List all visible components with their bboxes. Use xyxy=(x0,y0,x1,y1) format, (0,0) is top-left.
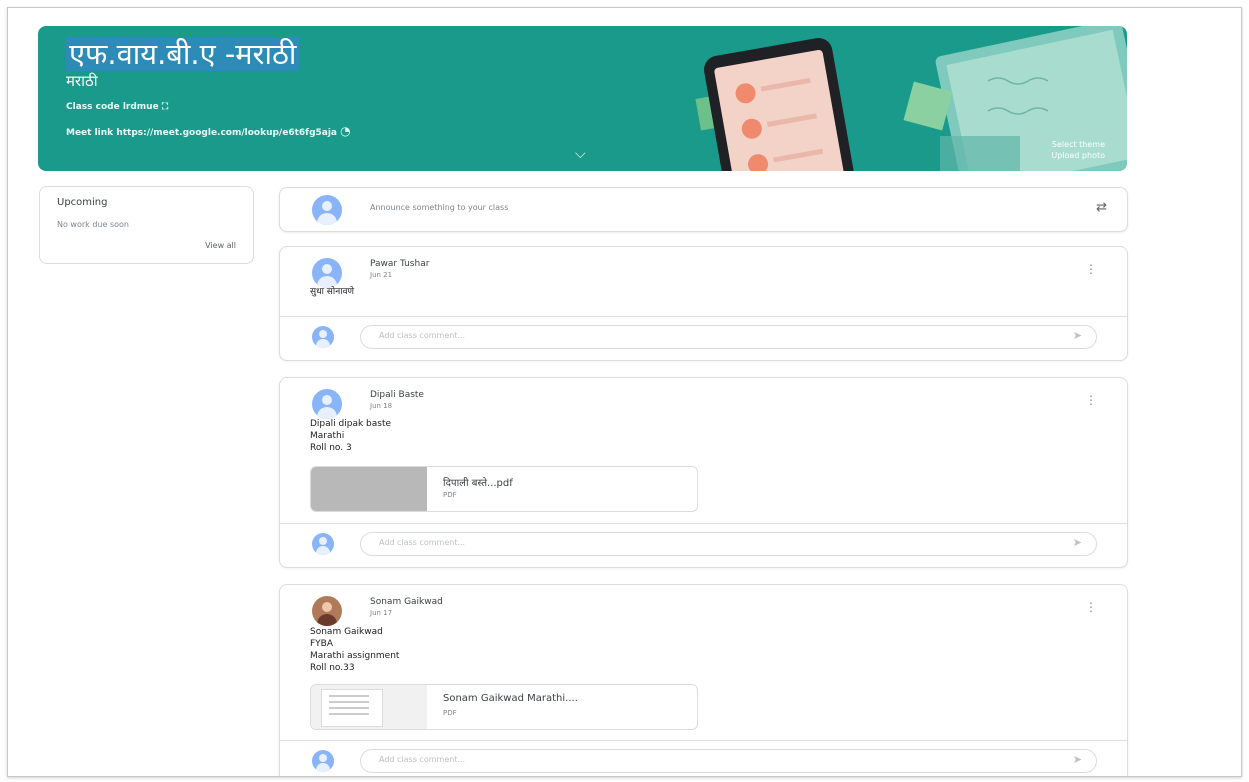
commenter-avatar xyxy=(312,533,334,555)
send-icon[interactable]: ➤ xyxy=(1073,536,1082,549)
meet-link-url[interactable]: https://meet.google.com/lookup/e6t6fg5aj… xyxy=(116,128,337,138)
visibility-icon[interactable]: ◔ xyxy=(340,124,350,138)
class-code-value: lrdmue xyxy=(122,102,159,112)
upcoming-card: Upcoming No work due soon View all xyxy=(39,186,254,264)
meet-link: Meet link https://meet.google.com/lookup… xyxy=(66,124,351,138)
avatar xyxy=(312,195,342,225)
post-body-line: Sonam Gaikwad xyxy=(310,627,383,637)
more-options-icon[interactable]: ⋮ xyxy=(1085,393,1097,407)
attachment-thumbnail xyxy=(311,685,427,729)
post-body: Dipali dipak baste Marathi Roll no. 3 xyxy=(310,418,391,454)
class-code-label: Class code xyxy=(66,102,120,112)
post-date: Jun 18 xyxy=(370,402,393,410)
attachment-thumbnail xyxy=(311,467,427,511)
view-all-link[interactable]: View all xyxy=(205,241,236,250)
divider xyxy=(280,523,1127,524)
post-author: Dipali Baste xyxy=(370,390,424,400)
comment-placeholder: Add class comment... xyxy=(379,331,466,340)
fullscreen-icon[interactable]: ⛶ xyxy=(162,102,168,112)
upcoming-empty-text: No work due soon xyxy=(57,220,129,229)
comment-input[interactable]: Add class comment... ➤ xyxy=(360,325,1097,349)
theme-options: Select theme Upload photo xyxy=(1051,139,1105,161)
comment-placeholder: Add class comment... xyxy=(379,755,466,764)
comment-input[interactable]: Add class comment... ➤ xyxy=(360,532,1097,556)
attachment-name: Sonam Gaikwad Marathi.... xyxy=(443,693,578,704)
post-author: Pawar Tushar xyxy=(370,259,430,269)
attachment-name: दिपाली बस्ते...pdf xyxy=(443,478,513,489)
upload-photo-link[interactable]: Upload photo xyxy=(1051,150,1105,161)
post-body-line: Dipali dipak baste xyxy=(310,419,392,429)
post-body-line: Roll no.33 xyxy=(310,663,355,673)
class-code: Class code lrdmue ⛶ xyxy=(66,102,168,112)
post-date: Jun 21 xyxy=(370,271,393,279)
avatar xyxy=(312,389,342,419)
attachment-type: PDF xyxy=(443,709,457,717)
avatar xyxy=(312,596,342,626)
class-title: एफ.वाय.बी.ए -मराठी xyxy=(66,36,300,72)
classroom-window: एफ.वाय.बी.ए -मराठी मराठी Class code lrdm… xyxy=(7,7,1242,777)
avatar xyxy=(312,258,342,288)
post-body-line: सुधा सोनावणे xyxy=(310,287,355,297)
announce-placeholder[interactable]: Announce something to your class xyxy=(370,203,508,212)
post-body-line: Marathi assignment xyxy=(310,651,400,661)
upcoming-heading: Upcoming xyxy=(57,197,108,208)
post-card: Dipali Baste Jun 18 ⋮ Dipali dipak baste… xyxy=(279,377,1128,568)
divider xyxy=(280,740,1127,741)
post-body-line: Marathi xyxy=(310,431,345,441)
more-options-icon[interactable]: ⋮ xyxy=(1085,600,1097,614)
send-icon[interactable]: ➤ xyxy=(1073,753,1082,766)
post-body-line: FYBA xyxy=(310,639,334,649)
class-banner: एफ.वाय.बी.ए -मराठी मराठी Class code lrdm… xyxy=(38,26,1127,171)
post-body: सुधा सोनावणे xyxy=(310,286,354,298)
meet-link-label: Meet link xyxy=(66,128,114,138)
class-subtitle: मराठी xyxy=(66,72,98,90)
more-options-icon[interactable]: ⋮ xyxy=(1085,262,1097,276)
comment-input[interactable]: Add class comment... ➤ xyxy=(360,749,1097,773)
comment-placeholder: Add class comment... xyxy=(379,538,466,547)
class-title-text: एफ.वाय.बी.ए -मराठी xyxy=(66,37,300,71)
post-card: Sonam Gaikwad Jun 17 ⋮ Sonam Gaikwad FYB… xyxy=(279,584,1128,776)
divider xyxy=(280,316,1127,317)
post-body-line: Roll no. 3 xyxy=(310,443,352,453)
post-body: Sonam Gaikwad FYBA Marathi assignment Ro… xyxy=(310,626,399,674)
attachment-card[interactable]: Sonam Gaikwad Marathi.... PDF xyxy=(310,684,698,730)
select-theme-link[interactable]: Select theme xyxy=(1051,139,1105,150)
commenter-avatar xyxy=(312,326,334,348)
post-card: Pawar Tushar Jun 21 ⋮ सुधा सोनावणे Add c… xyxy=(279,246,1128,361)
chevron-down-icon[interactable]: ⌵ xyxy=(575,146,586,162)
post-author: Sonam Gaikwad xyxy=(370,597,443,607)
announce-box[interactable]: Announce something to your class ⇄ xyxy=(279,187,1128,232)
attachment-type: PDF xyxy=(443,491,457,499)
post-date: Jun 17 xyxy=(370,609,393,617)
send-icon[interactable]: ➤ xyxy=(1073,329,1082,342)
commenter-avatar xyxy=(312,750,334,772)
repost-icon[interactable]: ⇄ xyxy=(1096,200,1107,215)
attachment-card[interactable]: दिपाली बस्ते...pdf PDF xyxy=(310,466,698,512)
